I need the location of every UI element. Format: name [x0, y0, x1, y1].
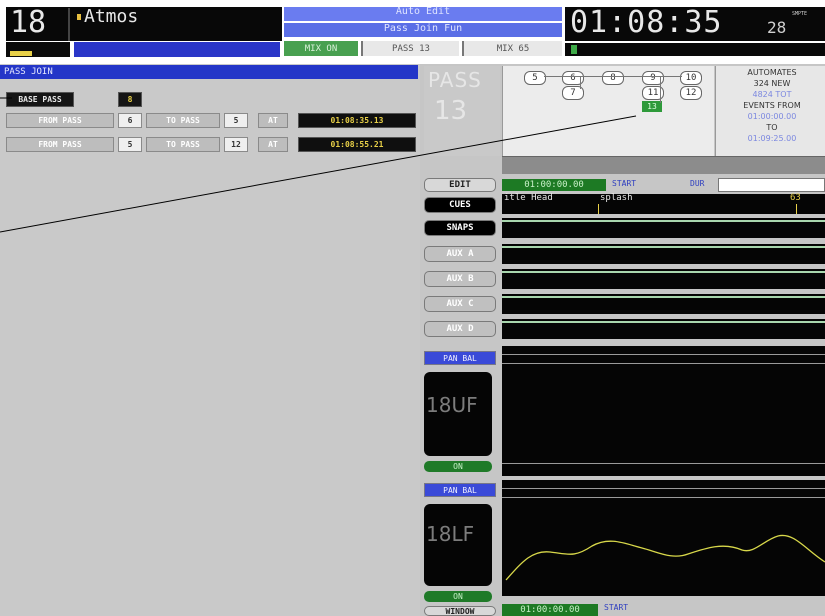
channel-name: 18LF: [426, 522, 475, 546]
pass-indicator[interactable]: PASS 13: [361, 41, 459, 56]
timeline-dur-field[interactable]: [718, 178, 825, 192]
cue-label[interactable]: 63: [790, 193, 801, 203]
from-pass-value[interactable]: 6: [118, 113, 142, 128]
from-pass-button[interactable]: FROM PASS: [6, 113, 114, 128]
pass-node[interactable]: 5: [524, 71, 546, 85]
base-pass-value[interactable]: 8: [118, 92, 142, 107]
timeline-dur-label: DUR: [690, 179, 705, 188]
aux-d-lane[interactable]: [502, 319, 825, 339]
info-line: 01:09:25.00: [747, 134, 797, 143]
aux-d-button[interactable]: AUX D: [424, 321, 496, 337]
cue-marker: [796, 204, 797, 214]
info-line: TO: [766, 123, 778, 132]
track-dot-icon: [77, 14, 81, 20]
bottom-start-label: START: [604, 603, 629, 612]
pass-number: 13: [434, 96, 468, 126]
timecode-progress: [565, 43, 825, 56]
timeline-scrollbar[interactable]: [502, 156, 825, 174]
aux-b-lane[interactable]: [502, 269, 825, 289]
track-level-meter: [6, 42, 70, 57]
channel-name: 18UF: [426, 393, 478, 417]
timecode-progress-marker: [571, 45, 577, 54]
track-number-divider: [68, 8, 70, 41]
info-line: 324 NEW: [753, 79, 791, 88]
cue-label[interactable]: itle Head: [504, 193, 553, 203]
timecode-frames: 28: [767, 18, 787, 37]
info-line: EVENTS FROM: [743, 101, 801, 110]
at-time-value[interactable]: 01:08:55.21: [298, 137, 416, 152]
info-line: 4824 TOT: [752, 90, 792, 99]
pan-bal-button[interactable]: PAN BAL: [424, 483, 496, 497]
at-time-value[interactable]: 01:08:35.13: [298, 113, 416, 128]
edit-button[interactable]: EDIT: [424, 178, 496, 192]
timeline-time: 01:00:00.00: [502, 179, 606, 191]
pass-node[interactable]: 10: [680, 71, 702, 85]
track-display: [6, 7, 282, 41]
tree-connector: [580, 77, 581, 89]
track-number: 18: [10, 5, 47, 40]
snaps-button[interactable]: SNAPS: [424, 220, 496, 236]
timeline-start-label: START: [612, 179, 637, 188]
window-button[interactable]: WINDOW: [424, 606, 496, 616]
mode-subtitle-text: Pass Join Fun: [383, 23, 463, 34]
cue-label[interactable]: splash: [600, 193, 633, 203]
track-name[interactable]: Atmos: [84, 6, 138, 27]
to-pass-value[interactable]: 5: [224, 113, 248, 128]
info-line: 01:00:00.00: [747, 112, 797, 121]
to-pass-value[interactable]: 12: [224, 137, 248, 152]
pass-join-title: PASS JOIN: [0, 65, 418, 79]
mix-on-badge[interactable]: MIX ON: [284, 41, 358, 56]
pass-node[interactable]: 12: [680, 86, 702, 100]
automation-curve[interactable]: [502, 480, 825, 596]
at-button[interactable]: AT: [258, 113, 288, 128]
to-pass-button[interactable]: TO PASS: [146, 113, 220, 128]
pass-node[interactable]: 8: [602, 71, 624, 85]
at-button[interactable]: AT: [258, 137, 288, 152]
tree-connector: [544, 76, 682, 77]
from-pass-value[interactable]: 5: [118, 137, 142, 152]
level-fill: [10, 51, 32, 56]
mode-title-text: Auto Edit: [395, 6, 451, 17]
channel-on-button[interactable]: ON: [424, 461, 492, 472]
to-pass-button[interactable]: TO PASS: [146, 137, 220, 152]
pan-bal-lane[interactable]: [502, 346, 825, 476]
timecode-unit: SMPTE: [792, 11, 808, 17]
tree-connector: [660, 77, 661, 103]
track-blue-bar: [74, 42, 280, 57]
aux-a-button[interactable]: AUX A: [424, 246, 496, 262]
mix-value[interactable]: MIX 65: [462, 41, 562, 56]
pan-bal-button[interactable]: PAN BAL: [424, 351, 496, 365]
automation-curve-line: [505, 534, 825, 581]
bottom-time: 01:00:00.00: [502, 604, 598, 616]
aux-c-lane[interactable]: [502, 294, 825, 314]
aux-b-button[interactable]: AUX B: [424, 271, 496, 287]
current-pass-node[interactable]: 13: [642, 101, 662, 112]
info-line: AUTOMATES: [747, 68, 797, 77]
aux-c-button[interactable]: AUX C: [424, 296, 496, 312]
base-pass-button[interactable]: BASE PASS: [6, 92, 74, 107]
aux-a-lane[interactable]: [502, 244, 825, 264]
cue-marker: [598, 204, 599, 214]
snaps-lane[interactable]: [502, 218, 825, 238]
timecode-value: 01:08:35: [570, 5, 723, 40]
cues-button[interactable]: CUES: [424, 197, 496, 213]
from-pass-button[interactable]: FROM PASS: [6, 137, 114, 152]
pass-title: PASS: [428, 68, 482, 92]
channel-on-button[interactable]: ON: [424, 591, 492, 602]
